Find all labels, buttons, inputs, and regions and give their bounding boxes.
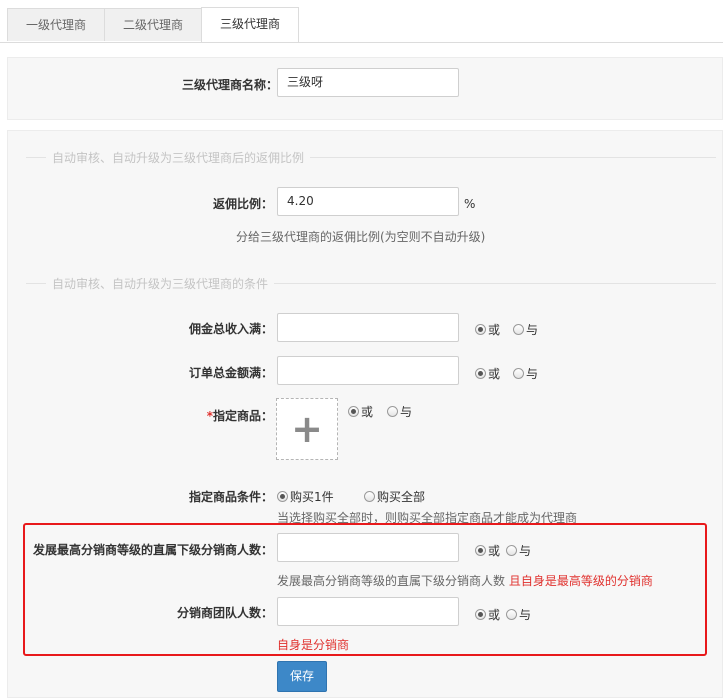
radio-checked-icon bbox=[475, 368, 486, 379]
radio-checked-icon bbox=[348, 406, 359, 417]
conditions-section-divider: 自动审核、自动升级为三级代理商的条件 bbox=[26, 275, 716, 292]
direct-subordinates-and-radio[interactable]: 与 bbox=[506, 542, 531, 559]
team-size-input[interactable] bbox=[277, 597, 459, 626]
commission-section-divider: 自动审核、自动升级为三级代理商后的返佣比例 bbox=[26, 149, 716, 166]
radio-unchecked-icon bbox=[506, 545, 517, 556]
agent-name-label: 三级代理商名称： bbox=[181, 78, 278, 92]
designated-goods-and-radio[interactable]: 与 bbox=[387, 403, 412, 420]
designated-goods-label: *指定商品： bbox=[206, 409, 273, 423]
commission-section-title: 自动审核、自动升级为三级代理商后的返佣比例 bbox=[46, 149, 311, 166]
direct-subordinates-input[interactable] bbox=[277, 533, 459, 562]
conditions-section-title: 自动审核、自动升级为三级代理商的条件 bbox=[46, 275, 275, 292]
total-commission-input[interactable] bbox=[277, 313, 459, 342]
rate-label: 返佣比例： bbox=[212, 197, 273, 211]
total-commission-label: 佣金总收入满： bbox=[188, 322, 273, 336]
direct-subordinates-or-radio[interactable]: 或 bbox=[475, 542, 500, 559]
order-total-or-radio[interactable]: 或 bbox=[475, 365, 500, 382]
plus-icon: + bbox=[291, 407, 323, 451]
tab-level-3-agent[interactable]: 三级代理商 bbox=[201, 7, 299, 42]
order-total-and-radio[interactable]: 与 bbox=[513, 365, 538, 382]
rate-input[interactable]: 4.20 bbox=[277, 187, 459, 216]
total-commission-or-radio[interactable]: 或 bbox=[475, 321, 500, 338]
rate-unit: % bbox=[464, 197, 476, 211]
direct-subordinates-hint: 发展最高分销商等级的直属下级分销商人数 且自身是最高等级的分销商 bbox=[277, 574, 653, 588]
name-panel: 三级代理商名称： 三级呀 bbox=[7, 57, 723, 120]
buy-all-radio[interactable]: 购买全部 bbox=[364, 488, 425, 505]
total-commission-and-radio[interactable]: 与 bbox=[513, 321, 538, 338]
rate-hint: 分给三级代理商的返佣比例(为空则不自动升级) bbox=[236, 230, 486, 244]
team-size-and-radio[interactable]: 与 bbox=[506, 606, 531, 623]
designated-goods-or-radio[interactable]: 或 bbox=[348, 403, 373, 420]
buy-one-radio[interactable]: 购买1件 bbox=[277, 488, 334, 505]
tab-bar: 一级代理商 二级代理商 三级代理商 bbox=[0, 0, 723, 43]
team-size-or-radio[interactable]: 或 bbox=[475, 606, 500, 623]
order-total-label: 订单总金额满： bbox=[188, 366, 273, 380]
direct-subordinates-hint-red: 且自身是最高等级的分销商 bbox=[508, 574, 653, 588]
direct-subordinates-label: 发展最高分销商等级的直属下级分销商人数： bbox=[32, 543, 273, 557]
radio-checked-icon bbox=[475, 324, 486, 335]
tab-level-2-agent[interactable]: 二级代理商 bbox=[104, 8, 202, 41]
radio-unchecked-icon bbox=[513, 368, 524, 379]
team-size-hint: 自身是分销商 bbox=[277, 638, 350, 652]
order-total-input[interactable] bbox=[277, 356, 459, 385]
radio-checked-icon bbox=[475, 609, 486, 620]
radio-unchecked-icon bbox=[513, 324, 524, 335]
agent-name-input[interactable]: 三级呀 bbox=[277, 68, 459, 97]
radio-unchecked-icon bbox=[506, 609, 517, 620]
goods-upload-button[interactable]: + bbox=[276, 398, 338, 460]
tab-level-1-agent[interactable]: 一级代理商 bbox=[7, 8, 105, 41]
radio-checked-icon bbox=[475, 545, 486, 556]
save-button[interactable]: 保存 bbox=[277, 661, 327, 692]
radio-unchecked-icon bbox=[364, 491, 375, 502]
radio-checked-icon bbox=[277, 491, 288, 502]
radio-unchecked-icon bbox=[387, 406, 398, 417]
goods-condition-label: 指定商品条件： bbox=[188, 490, 273, 504]
team-size-label: 分销商团队人数： bbox=[176, 606, 273, 620]
